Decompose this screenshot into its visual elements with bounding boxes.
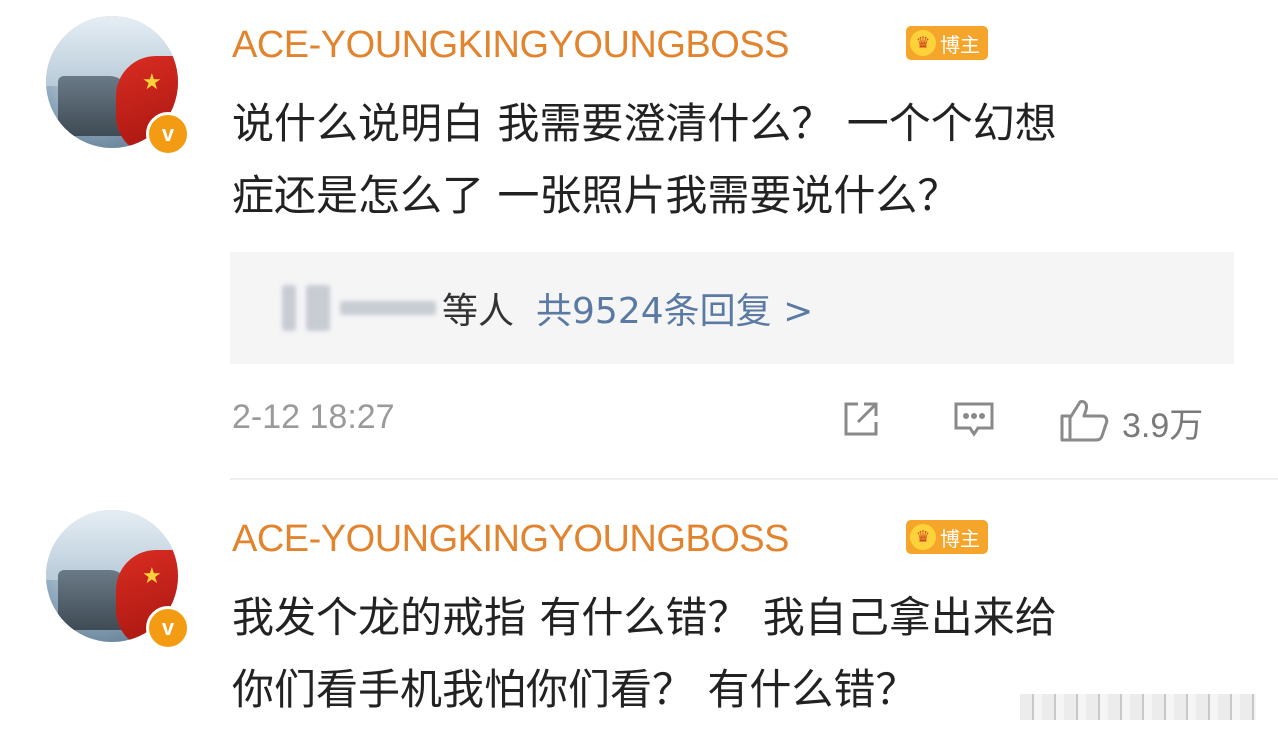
blogger-badge: ♛ 博主 (906, 520, 988, 554)
comment-icon[interactable] (950, 396, 998, 446)
share-icon[interactable] (838, 396, 884, 446)
timestamp: 2-12 18:27 (232, 398, 395, 436)
badge-label: 博主 (940, 526, 980, 551)
blurred-usernames (282, 285, 436, 331)
like-button[interactable]: 3.9万 (1058, 396, 1203, 448)
blur-block (306, 285, 330, 331)
crown-icon: ♛ (910, 524, 936, 550)
badge-label: 博主 (940, 32, 980, 57)
watermark (1020, 694, 1256, 720)
verified-v-icon: v (146, 606, 190, 650)
view-replies-link[interactable]: 共9524条回复 > (536, 282, 813, 334)
crown-icon: ♛ (910, 30, 936, 56)
username[interactable]: ACE-YOUNGKINGYOUNGBOSS (232, 24, 789, 67)
divider (230, 478, 1278, 480)
blogger-badge: ♛ 博主 (906, 26, 988, 60)
thumbs-up-icon (1058, 396, 1110, 448)
star-icon: ★ (142, 564, 162, 589)
username[interactable]: ACE-YOUNGKINGYOUNGBOSS (232, 518, 789, 561)
like-count: 3.9万 (1122, 406, 1204, 445)
reply-preview[interactable]: 等人 共9524条回复 > (230, 252, 1234, 364)
verified-v-icon: v (146, 112, 190, 156)
comment-item: ★ v ACE-YOUNGKINGYOUNGBOSS ♛ 博主 说什么说明白 我… (0, 0, 1278, 480)
blur-block (340, 301, 436, 315)
comment-meta: 2-12 18:27 3.9万 (232, 396, 1232, 446)
reply-participants: 等人 (442, 291, 515, 332)
star-icon: ★ (142, 70, 162, 95)
blur-block (282, 285, 296, 331)
comment-text: 说什么说明白 我需要澄清什么？ 一个个幻想 症还是怎么了 一张照片我需要说什么？ (232, 99, 1057, 220)
